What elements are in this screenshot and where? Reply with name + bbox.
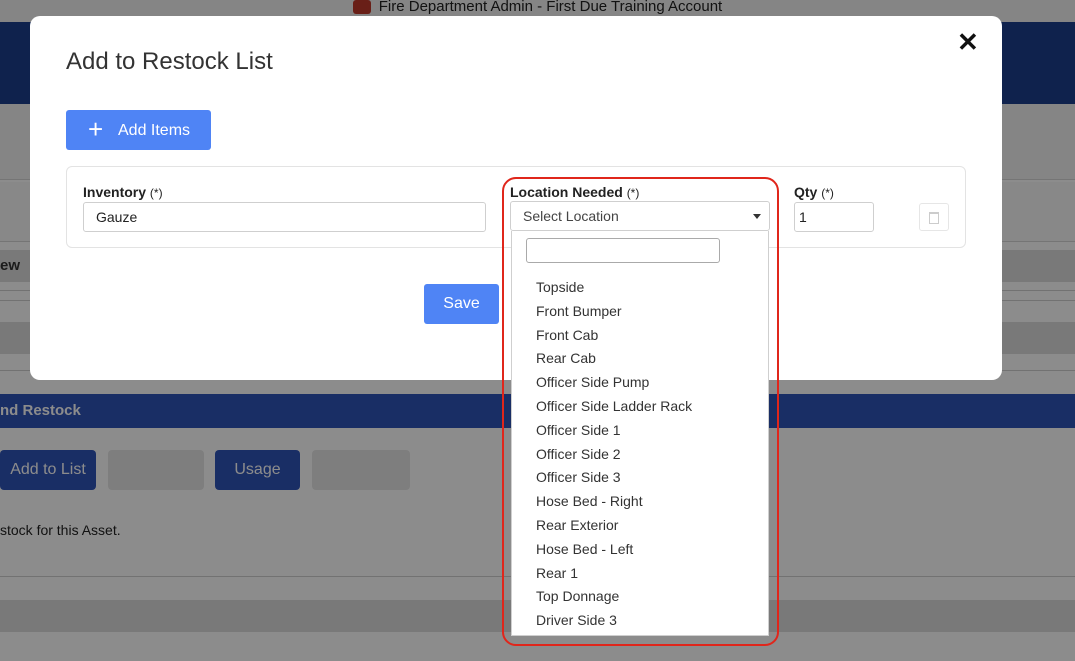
qty-label-text: Qty [794,184,818,200]
qty-label: Qty (*) [794,184,834,200]
required-marker: (*) [821,186,834,200]
location-option[interactable]: Rear Exterior [512,514,768,538]
location-option[interactable]: Rear Cab [512,347,768,371]
location-dropdown: Topside Front Bumper Front Cab Rear Cab Offi… [511,231,769,636]
location-option[interactable]: Officer Side Pump [512,371,768,395]
inventory-field[interactable]: Gauze [83,202,486,232]
add-items-label: Add Items [118,122,191,139]
location-label-text: Location Needed [510,184,623,200]
location-search-input[interactable] [526,238,720,263]
location-select-value: Select Location [523,208,619,224]
caret-down-icon [753,214,761,219]
location-option[interactable]: Rear 1 [512,562,768,586]
location-option[interactable]: Officer Side Ladder Rack [512,395,768,419]
required-marker: (*) [626,186,640,200]
trash-icon [929,212,939,224]
add-items-button[interactable]: + Add Items [66,110,211,150]
location-option[interactable]: Officer Side 3 [512,466,768,490]
inventory-label: Inventory (*) [83,184,163,200]
location-option[interactable]: Topside [512,276,768,300]
location-option[interactable]: Officer Side 1 [512,419,768,443]
save-button[interactable]: Save [424,284,499,324]
close-icon[interactable]: ✕ [957,29,979,55]
inventory-label-text: Inventory [83,184,147,200]
location-option[interactable]: Top Donnage [512,585,768,609]
location-option[interactable]: Front Cab [512,324,768,348]
modal-title: Add to Restock List [66,48,273,75]
location-options-list: Topside Front Bumper Front Cab Rear Cab Offi… [512,276,768,633]
qty-field[interactable]: 1 [794,202,874,232]
location-option[interactable]: Officer Side 2 [512,443,768,467]
required-marker: (*) [149,186,163,200]
location-label: Location Needed (*) [510,184,639,200]
location-option[interactable]: Driver Side 3 [512,609,768,633]
location-option[interactable]: Hose Bed - Right [512,490,768,514]
location-option[interactable]: Hose Bed - Left [512,538,768,562]
location-option[interactable]: Front Bumper [512,300,768,324]
location-select[interactable]: Select Location [510,201,770,231]
plus-icon: + [88,114,104,144]
delete-row-button[interactable] [919,203,949,231]
